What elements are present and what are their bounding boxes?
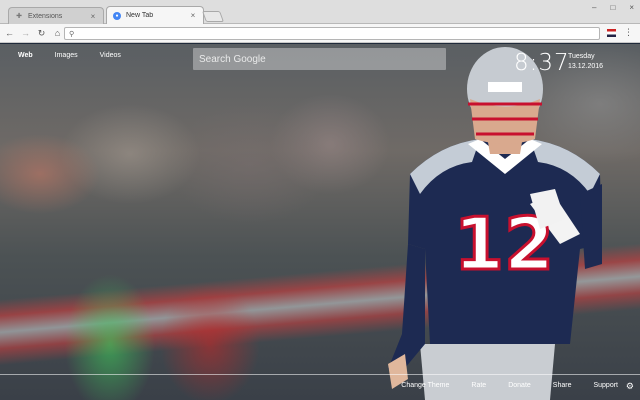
rate-link[interactable]: Rate — [471, 382, 486, 389]
nav-item-videos[interactable]: Videos — [100, 52, 121, 59]
footer-bar: Change Theme Rate Donate Share Support ⚙ — [0, 374, 640, 400]
forward-icon[interactable]: → — [19, 28, 32, 38]
chrome-icon: ● — [113, 11, 121, 20]
window-controls: – □ × — [592, 3, 634, 12]
gear-icon[interactable]: ⚙ — [626, 381, 634, 392]
weekday: Tuesday — [568, 53, 595, 60]
address-bar[interactable]: ⚲ — [64, 27, 600, 40]
close-icon[interactable]: × — [189, 11, 197, 20]
home-icon[interactable]: ⌂ — [51, 28, 64, 38]
tab-label: New Tab — [126, 12, 154, 19]
clock-time: 8:37 — [514, 50, 570, 76]
search-icon: ⚲ — [69, 30, 75, 38]
browser-toolbar: ← → ↻ ⌂ ⚲ ⋮ — [0, 24, 640, 43]
footer-links: Change Theme Rate Donate Share Support — [401, 382, 618, 389]
extension-flag-icon[interactable] — [607, 29, 616, 37]
puzzle-icon: ✚ — [16, 13, 22, 20]
tab-new-tab[interactable]: ● New Tab × — [106, 6, 204, 24]
reload-icon[interactable]: ↻ — [35, 28, 48, 39]
date: 13.12.2016 — [568, 63, 604, 70]
minimize-icon[interactable]: – — [592, 3, 596, 12]
maximize-icon[interactable]: □ — [610, 3, 615, 12]
close-window-icon[interactable]: × — [629, 3, 634, 12]
change-theme-link[interactable]: Change Theme — [401, 382, 449, 389]
nav-item-images[interactable]: Images — [55, 52, 78, 59]
search-box[interactable] — [193, 48, 446, 70]
support-link[interactable]: Support — [593, 382, 618, 389]
tab-label: Extensions — [28, 12, 63, 20]
donate-link[interactable]: Donate — [508, 382, 531, 389]
tab-strip: ✚ Extensions × ● New Tab × – □ × — [0, 0, 640, 24]
search-input[interactable] — [199, 53, 446, 65]
nav-item-web[interactable]: Web — [18, 52, 33, 59]
date-block: Tuesday 13.12.2016 — [568, 52, 603, 72]
new-tab-button[interactable] — [201, 11, 225, 22]
back-icon[interactable]: ← — [3, 28, 16, 38]
close-icon[interactable]: × — [89, 12, 97, 21]
share-link[interactable]: Share — [553, 382, 572, 389]
player-photo: 12 — [388, 47, 602, 400]
menu-icon[interactable]: ⋮ — [624, 27, 633, 38]
tab-extensions[interactable]: ✚ Extensions × — [8, 7, 104, 24]
search-type-nav: Web Images Videos — [18, 52, 121, 59]
